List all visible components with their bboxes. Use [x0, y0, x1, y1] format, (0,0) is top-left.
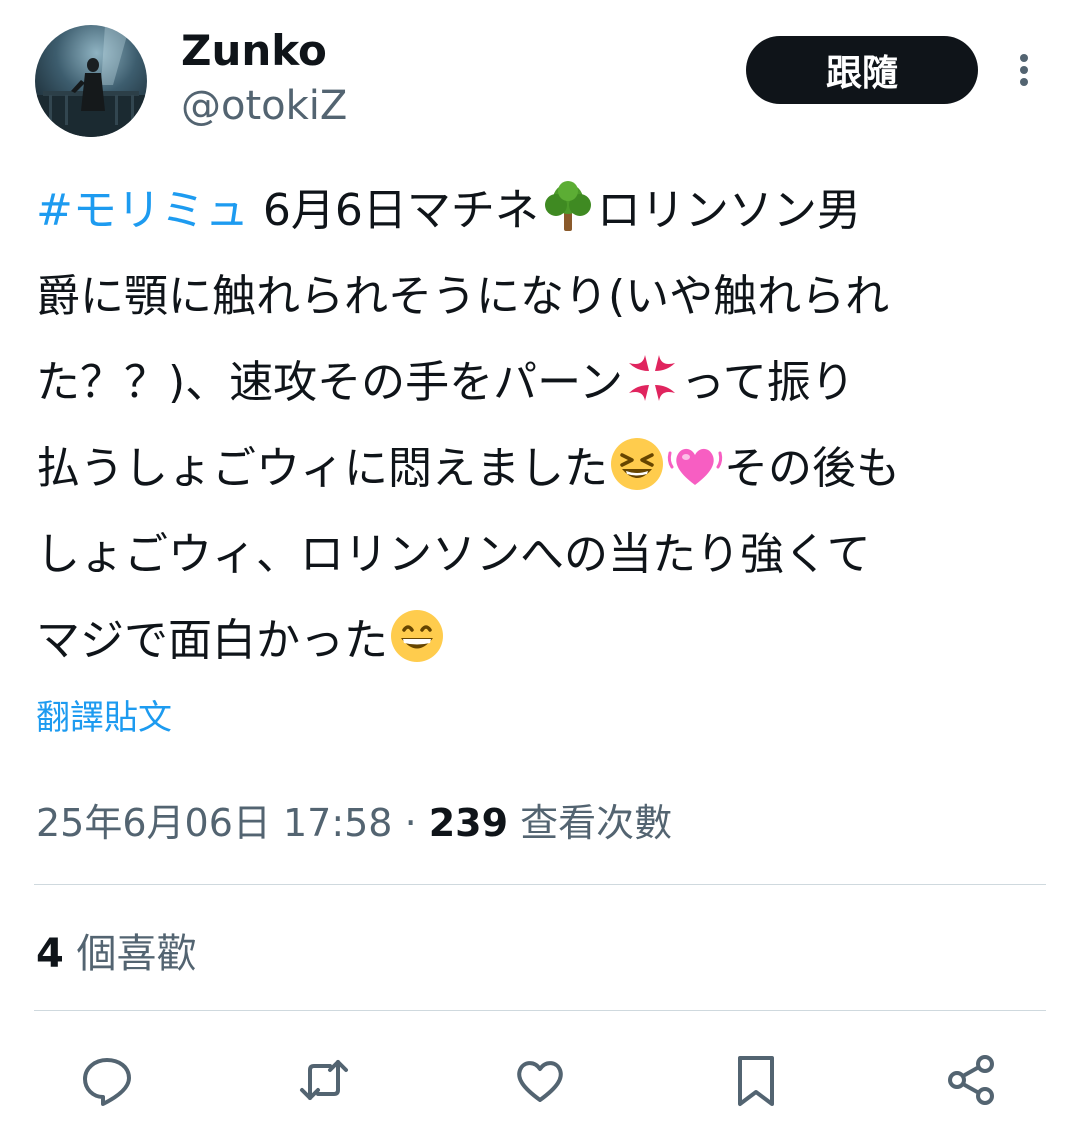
tweet-text-segment: マジで面白かった [36, 615, 388, 666]
tweet-detail: Zunko @otokiZ 跟隨 #モリミュ 6月6日マチネ ロリンソン男 爵に顎… [0, 0, 1080, 1141]
likes-count: 4 [36, 931, 64, 977]
likes-label: 個喜歡 [63, 931, 197, 977]
action-bar [0, 1040, 1080, 1120]
tree-emoji [539, 177, 597, 235]
tweet-text-segment: 払うしょごウィに悶えました [36, 443, 608, 494]
user-handle[interactable]: @otokiZ [181, 82, 347, 130]
more-options-icon[interactable] [1004, 50, 1044, 90]
divider [34, 884, 1046, 885]
tweet-text: #モリミュ 6月6日マチネ ロリンソン男 爵に顎に触れられそうになり(いや触れられ… [36, 168, 1046, 684]
anger-emoji [623, 349, 681, 407]
retweet-icon[interactable] [296, 1052, 352, 1108]
timestamp[interactable]: 25年6月06日 17:58 [36, 801, 392, 845]
beating-heart-emoji [666, 435, 724, 493]
bookmark-icon[interactable] [728, 1052, 784, 1108]
laughing-emoji [608, 435, 666, 493]
tweet-meta: 25年6月06日 17:58 · 239 查看次數 [36, 797, 672, 849]
divider [34, 1010, 1046, 1011]
meta-separator: · [392, 801, 429, 845]
avatar[interactable] [35, 25, 147, 137]
tweet-line: マジで面白かった [36, 598, 1046, 684]
tweet-text-segment: ロリンソン男 [596, 185, 861, 236]
reply-icon[interactable] [79, 1052, 135, 1108]
translate-post-link[interactable]: 翻譯貼文 [36, 695, 172, 741]
tweet-text-segment: 6月6日マチネ [248, 185, 539, 236]
grinning-emoji [388, 607, 446, 665]
tweet-line: た？？)、速攻その手をパーン って振り [36, 340, 1046, 426]
hashtag-link[interactable]: #モリミュ [36, 185, 249, 236]
display-name[interactable]: Zunko [181, 26, 327, 76]
like-icon[interactable] [512, 1052, 568, 1108]
tweet-text-segment: って振り [680, 357, 855, 408]
share-icon[interactable] [943, 1052, 999, 1108]
follow-button[interactable]: 跟隨 [746, 36, 978, 104]
tweet-line: 払うしょごウィに悶えました その後も [36, 426, 1046, 512]
tweet-line: #モリミュ 6月6日マチネ ロリンソン男 [36, 168, 1046, 254]
tweet-line: しょごウィ、ロリンソンへの当たり強くて [36, 529, 871, 580]
views-count: 239 [428, 801, 509, 845]
likes-summary[interactable]: 4 個喜歡 [36, 928, 197, 980]
tweet-text-segment: た？？)、速攻その手をパーン [36, 357, 623, 408]
tweet-line: 爵に顎に触れられそうになり(いや触れられ [36, 271, 890, 322]
tweet-text-segment: その後も [724, 443, 900, 494]
views-label: 查看次數 [508, 801, 673, 845]
